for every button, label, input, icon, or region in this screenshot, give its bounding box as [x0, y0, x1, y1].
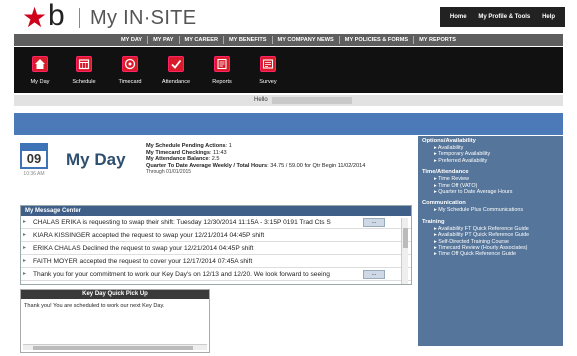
util-home-link[interactable]: Home [450, 14, 467, 20]
message-text: ERIKA CHALAS Declined the request to swa… [33, 245, 254, 252]
message-scrollbar[interactable] [401, 218, 408, 284]
message-text: CHALAS ERIKA is requesting to swap their… [33, 219, 331, 226]
reports-icon [214, 56, 230, 72]
qtd-hours-value: 34.75 / 59.00 for Qtr Begin 11/02/2014 [270, 162, 366, 169]
message-center-title: My Message Center [21, 206, 411, 216]
message-row[interactable]: ▸ Thank you for your commitment to work … [21, 268, 411, 281]
page-title: My Day [66, 150, 126, 169]
sidebar-section-title: Communication [422, 200, 466, 207]
arrow-icon: ▸ [23, 271, 27, 277]
message-text: FAITH MOYER accepted the request to cove… [33, 258, 253, 265]
toolbar-attendance[interactable]: Attendance [158, 56, 194, 85]
attendance-balance-label: My Attendance Balance [146, 156, 209, 163]
nav-my-benefits[interactable]: MY BENEFITS [224, 36, 273, 44]
main-nav: MY DAY MY PAY MY CAREER MY BENEFITS MY C… [14, 34, 563, 46]
arrow-icon: ▸ [23, 232, 27, 238]
message-center: My Message Center ▸ CHALAS ERIKA is requ… [20, 205, 412, 285]
key-day-message: Thank you! You are scheduled to work our… [24, 303, 165, 309]
message-action-button[interactable]: ... [363, 270, 385, 279]
message-action-button[interactable]: ... [363, 218, 385, 227]
message-list: ▸ CHALAS ERIKA is requesting to swap the… [21, 216, 411, 285]
icon-toolbar: My Day Schedule Timecard Attendance Repo… [14, 47, 563, 93]
message-text: Thank you for your commitment to work ou… [33, 271, 330, 278]
through-date: Through 01/01/2015 [146, 169, 192, 176]
sidebar-section-training: Training Availability FT Quick Reference… [422, 219, 559, 258]
calendar-day: 09 [20, 149, 48, 169]
toolbar-label: Attendance [161, 79, 191, 85]
sidebar-section-communication: Communication My Schedule Plus Communica… [422, 200, 559, 213]
toolbar-timecard[interactable]: Timecard [112, 56, 148, 85]
nav-my-pay[interactable]: MY PAY [148, 36, 180, 44]
calendar-time: 10:36 AM [23, 171, 45, 177]
right-sidebar: Options/Availability Availability Tempor… [418, 136, 563, 346]
nav-my-company-news[interactable]: MY COMPANY NEWS [273, 36, 340, 44]
calendar-icon: 09 10:36 AM [20, 143, 48, 179]
attendance-balance-value: 2.5 [211, 156, 220, 163]
timecard-checkings-label: My Timecard Checkings [146, 149, 210, 156]
message-row[interactable]: ▸ KIARA KISSINGER accepted the request t… [21, 229, 411, 242]
pending-actions-label: My Schedule Pending Actions [146, 143, 226, 149]
user-name-redacted [272, 97, 352, 104]
attendance-balance-row[interactable]: My Attendance Balance: 2.5 [146, 156, 416, 163]
greeting-bar: Hello [14, 95, 563, 106]
sidebar-link-qtd-average-hours[interactable]: Quarter to Date Average Hours [422, 189, 559, 195]
nav-my-day[interactable]: MY DAY [116, 36, 149, 44]
util-profile-link[interactable]: My Profile & Tools [478, 14, 530, 20]
nav-my-reports[interactable]: MY REPORTS [414, 36, 461, 44]
toolbar-schedule[interactable]: Schedule [66, 56, 102, 85]
attendance-icon [168, 56, 184, 72]
message-row[interactable]: ▸ CHALAS ERIKA is requesting to swap the… [21, 216, 411, 229]
pending-actions-value: 1 [228, 143, 232, 149]
message-row[interactable]: ▸ FAITH MOYER accepted the request to co… [21, 255, 411, 268]
nav-my-policies-forms[interactable]: MY POLICIES & FORMS [340, 36, 415, 44]
key-day-title: Key Day Quick Pick Up [21, 290, 209, 299]
key-day-panel: Key Day Quick Pick Up Thank you! You are… [20, 289, 210, 353]
sidebar-section-title: Training [422, 218, 445, 225]
sidebar-section-title: Options/Availability [422, 138, 476, 144]
pending-actions-row[interactable]: My Schedule Pending Actions: 1 [146, 143, 416, 150]
star-logo-icon[interactable]: ★ [22, 3, 47, 33]
schedule-icon [76, 56, 92, 72]
toolbar-label: Timecard [118, 79, 142, 85]
message-text: KIARA KISSINGER accepted the request to … [33, 232, 265, 239]
timecard-icon [122, 56, 138, 72]
nav-my-career[interactable]: MY CAREER [180, 36, 225, 44]
arrow-icon: ▸ [23, 245, 27, 251]
toolbar-label: Schedule [72, 79, 96, 85]
timecard-checkings-row[interactable]: My Timecard Checkings: 11:43 [146, 150, 416, 157]
greeting-text: Hello [254, 97, 268, 103]
toolbar-survey[interactable]: Survey [250, 56, 286, 85]
util-help-link[interactable]: Help [542, 14, 555, 20]
header: ★ b My IN·SITE Home My Profile & Tools H… [0, 0, 577, 38]
site-name: My IN·SITE [90, 7, 197, 29]
key-day-scrollbar[interactable] [23, 344, 207, 350]
qtd-hours-label: Quarter To Date Average Weekly / Total H… [146, 162, 268, 169]
arrow-icon: ▸ [23, 219, 27, 225]
toolbar-label: Reports [212, 79, 232, 85]
myday-summary: My Schedule Pending Actions: 1 My Timeca… [146, 143, 416, 176]
sidebar-section-title: Time/Attendance [422, 169, 469, 176]
home-icon [32, 56, 48, 72]
timecard-checkings-value: 11:43 [213, 149, 227, 156]
sidebar-link-preferred-availability[interactable]: Preferred Availability [422, 158, 559, 164]
arrow-icon: ▸ [23, 258, 27, 264]
toolbar-label: Survey [259, 79, 277, 85]
message-row[interactable]: ▸ ERIKA CHALAS Declined the request to s… [21, 242, 411, 255]
sidebar-link-schedule-plus-communications[interactable]: My Schedule Plus Communications [422, 207, 559, 213]
scrollbar-thumb[interactable] [33, 346, 193, 350]
logo-divider [79, 8, 80, 28]
brand-letter[interactable]: b [48, 1, 65, 31]
section-banner [14, 113, 563, 135]
qtd-hours-row[interactable]: Quarter To Date Average Weekly / Total H… [146, 163, 416, 170]
scrollbar-thumb[interactable] [403, 228, 408, 248]
sidebar-section-time-attendance: Time/Attendance Time Review Time Off (VA… [422, 169, 559, 195]
utility-nav: Home My Profile & Tools Help [440, 7, 565, 27]
toolbar-my-day[interactable]: My Day [22, 56, 58, 85]
toolbar-reports[interactable]: Reports [204, 56, 240, 85]
toolbar-label: My Day [30, 79, 50, 85]
survey-icon [260, 56, 276, 72]
sidebar-section-availability: Options/Availability Availability Tempor… [422, 138, 559, 164]
sidebar-link-time-off-guide[interactable]: Time Off Quick Reference Guide [422, 251, 559, 257]
